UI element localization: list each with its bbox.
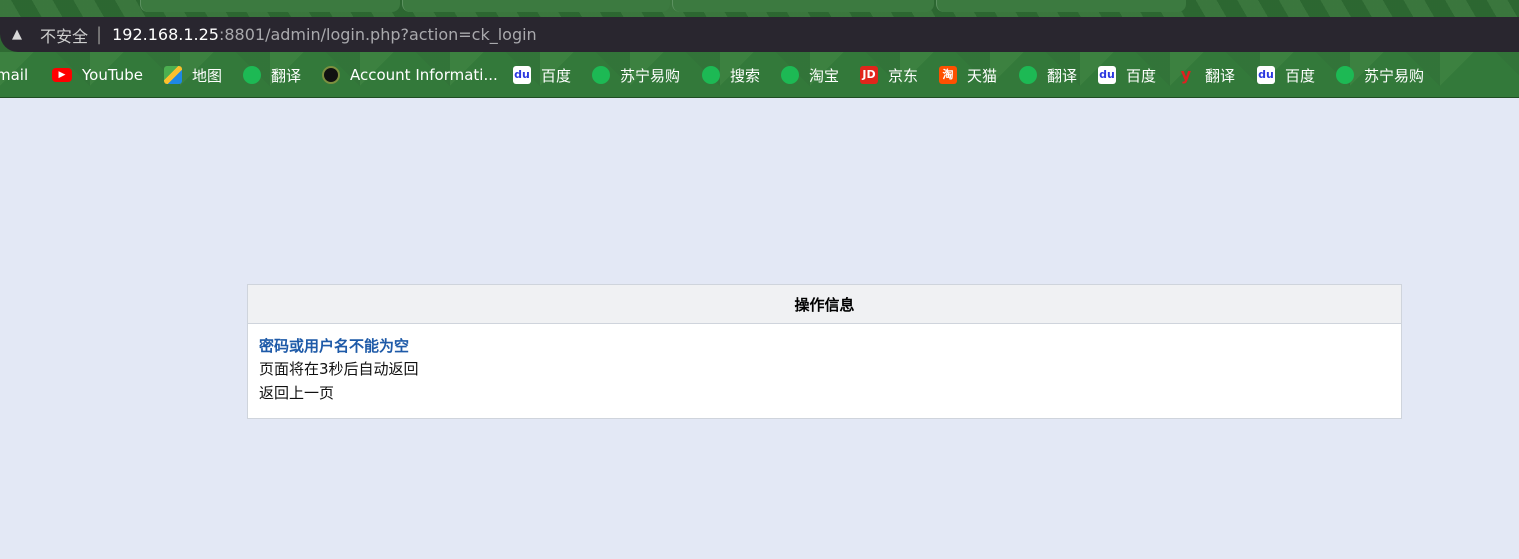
warning-icon[interactable]: ▲ (12, 27, 30, 42)
globe-icon (592, 66, 610, 84)
bookmark-baidu[interactable]: du 百度 (513, 64, 571, 86)
youtube-icon: ▶ (52, 68, 72, 82)
bookmark-label: 翻译 (271, 66, 302, 85)
bookmark-label: 淘宝 (809, 66, 840, 85)
url-path[interactable]: :8801/admin/login.php?action=ck_login (219, 25, 537, 44)
bookmark-label: 苏宁易购 (1364, 66, 1425, 85)
bookmark-label: 天猫 (967, 66, 998, 85)
panel-body: 密码或用户名不能为空 页面将在3秒后自动返回 返回上一页 (248, 324, 1401, 416)
browser-tab[interactable] (936, 0, 1186, 12)
bookmark-jd[interactable]: JD 京东 (860, 64, 918, 86)
bookmark-suning-2[interactable]: 苏宁易购 (1336, 64, 1424, 86)
bookmark-maps[interactable]: 地图 (164, 64, 222, 86)
panel-title: 操作信息 (248, 285, 1401, 324)
operation-info-panel: 操作信息 密码或用户名不能为空 页面将在3秒后自动返回 返回上一页 (247, 284, 1402, 419)
bookmark-label: mail (0, 66, 29, 84)
bookmark-translate-2[interactable]: 翻译 (1019, 64, 1077, 86)
bookmark-label: 百度 (541, 66, 572, 85)
back-link[interactable]: 返回上一页 (259, 381, 1390, 405)
address-bar-row: ▲ 不安全 | 192.168.1.25 :8801/admin/login.p… (0, 17, 1519, 52)
baidu-icon: du (1257, 66, 1275, 84)
globe-icon (1019, 66, 1037, 84)
taobao-icon: 淘 (939, 66, 957, 84)
redirect-notice: 页面将在3秒后自动返回 (259, 360, 419, 378)
tab-strip (0, 0, 1519, 17)
bookmark-label: YouTube (82, 66, 143, 84)
bookmark-translate[interactable]: 翻译 (243, 64, 301, 86)
maps-icon (164, 66, 182, 84)
bookmark-label: 百度 (1126, 66, 1157, 85)
bookmark-suning[interactable]: 苏宁易购 (592, 64, 680, 86)
globe-icon (1336, 66, 1354, 84)
address-bar[interactable]: ▲ 不安全 | 192.168.1.25 :8801/admin/login.p… (0, 17, 1519, 52)
globe-icon (781, 66, 799, 84)
baidu-icon: du (513, 66, 531, 84)
bookmark-account-information[interactable]: Account Informati... (322, 64, 498, 86)
url-host[interactable]: 192.168.1.25 (112, 25, 219, 44)
browser-tab[interactable] (672, 0, 934, 12)
jd-icon: JD (860, 66, 878, 84)
browser-tab[interactable] (402, 0, 670, 12)
bookmark-taobao[interactable]: 淘宝 (781, 64, 839, 86)
bookmark-search[interactable]: 搜索 (702, 64, 760, 86)
error-message: 密码或用户名不能为空 (259, 337, 410, 355)
bookmark-baidu-2[interactable]: du 百度 (1098, 64, 1156, 86)
bookmark-label: 京东 (888, 66, 919, 85)
globe-icon (702, 66, 720, 84)
bookmark-youtube[interactable]: ▶ YouTube (52, 64, 143, 86)
baidu-icon: du (1098, 66, 1116, 84)
bookmark-label: 地图 (192, 66, 223, 85)
bookmark-baidu-3[interactable]: du 百度 (1257, 64, 1315, 86)
account-icon (322, 66, 340, 84)
bookmark-label: Account Informati... (350, 66, 498, 84)
youdao-icon: y (1180, 65, 1192, 84)
bookmark-gmail[interactable]: mail (0, 64, 28, 86)
bookmark-label: 百度 (1285, 66, 1316, 85)
browser-tab[interactable] (140, 0, 400, 12)
bookmark-label: 苏宁易购 (620, 66, 681, 85)
bookmarks-bar: mail ▶ YouTube 地图 翻译 Account Informati..… (0, 52, 1519, 98)
bookmark-label: 翻译 (1205, 66, 1236, 85)
bookmark-label: 搜索 (730, 66, 761, 85)
bookmark-youdao-translate[interactable]: y 翻译 (1177, 64, 1235, 86)
bookmark-label: 翻译 (1047, 66, 1078, 85)
globe-icon (243, 66, 261, 84)
separator: | (96, 24, 103, 45)
bookmark-tmall[interactable]: 淘 天猫 (939, 64, 997, 86)
not-secure-label[interactable]: 不安全 (40, 23, 88, 47)
